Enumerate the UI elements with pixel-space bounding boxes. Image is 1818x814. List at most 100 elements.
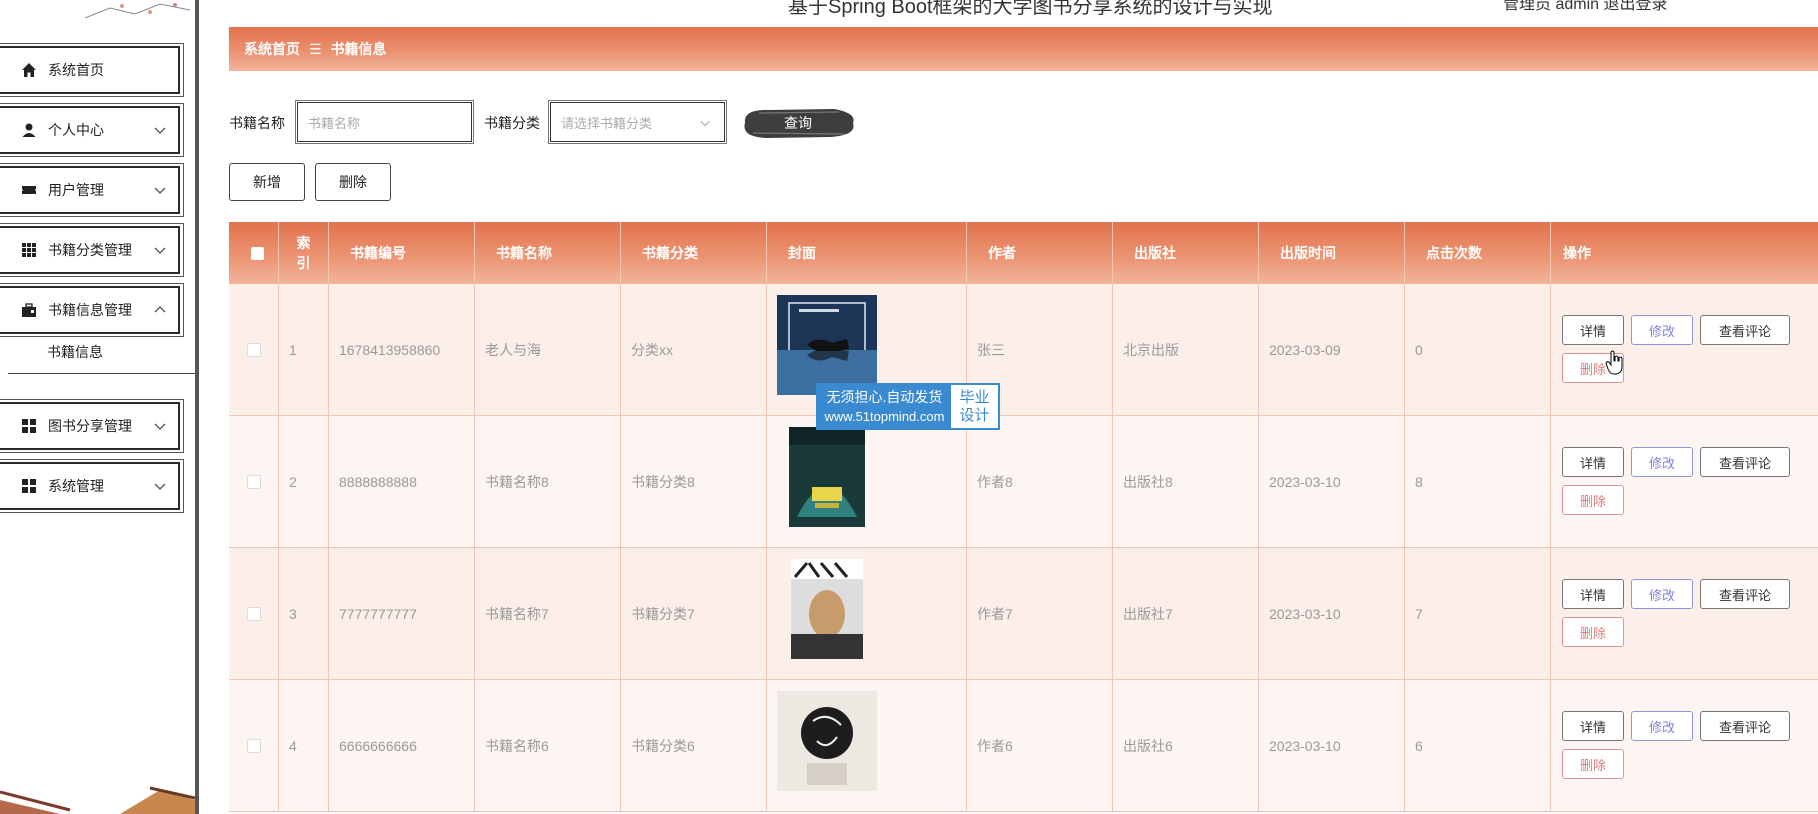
cell-category: 书籍分类6 (621, 680, 767, 811)
detail-button-label: 详情 (1579, 719, 1606, 735)
book-cover-image (791, 559, 863, 659)
sidebar-subitem-label: 书籍信息 (47, 343, 103, 360)
row-checkbox[interactable] (246, 738, 261, 753)
cell-actions: 详情 修改 查看评论 删除 (1551, 284, 1818, 415)
ticket-icon (20, 181, 38, 199)
column-header-label: 封面 (788, 245, 816, 261)
sidebar-item-label: 用户管理 (48, 182, 104, 198)
detail-button[interactable]: 详情 (1562, 447, 1624, 477)
sidebar-item-category-management[interactable]: 书籍分类管理 (0, 223, 184, 277)
sidebar-item-book-management[interactable]: 书籍信息管理 (0, 283, 184, 337)
view-comments-button[interactable]: 查看评论 (1700, 447, 1790, 477)
column-header-actions: 操作 (1551, 222, 1818, 284)
home-icon (20, 61, 38, 79)
cell-author: 作者6 (967, 680, 1113, 811)
sidebar-item-share-management[interactable]: 图书分享管理 (0, 399, 184, 453)
column-header-category: 书籍分类 (621, 222, 767, 284)
chevron-down-icon (154, 247, 166, 254)
user-info[interactable]: 管理员 admin 退出登录 (1503, 0, 1667, 14)
detail-button[interactable]: 详情 (1562, 315, 1624, 345)
book-name-label: 书籍名称 (229, 115, 285, 131)
breadcrumb: 系统首页 ☰ 书籍信息 (229, 27, 1818, 71)
delete-button-label: 删除 (1579, 757, 1606, 773)
book-category-select[interactable]: 请选择书籍分类 (548, 100, 727, 144)
index-header-line1: 索 (296, 235, 311, 251)
row-checkbox[interactable] (246, 342, 261, 357)
select-all-checkbox[interactable] (251, 246, 264, 260)
sidebar-item-system-management[interactable]: 系统管理 (0, 459, 184, 513)
column-header-clicks: 点击次数 (1405, 222, 1551, 284)
cell-name: 老人与海 (475, 284, 621, 415)
row-select-cell (229, 416, 279, 547)
batch-delete-button[interactable]: 删除 (315, 163, 391, 201)
cell-actions: 详情 修改 查看评论 删除 (1551, 548, 1818, 679)
delete-button[interactable]: 删除 (1562, 749, 1624, 779)
watermark-tag-line1: 毕业 (959, 388, 990, 406)
chevron-down-icon (154, 127, 166, 134)
row-select-cell (229, 680, 279, 811)
delete-button-label: 删除 (1579, 361, 1606, 377)
watermark-tag: 毕业 设计 (951, 385, 998, 428)
chevron-down-icon (154, 187, 166, 194)
book-name-input[interactable]: 书籍名称 (295, 100, 474, 144)
table-row: 4 6666666666 书籍名称6 书籍分类6 作者6 出版社6 2023-0… (229, 680, 1818, 812)
watermark-badge: 无须担心.自动发货 www.51topmind.com 毕业 设计 (816, 383, 1000, 430)
query-button-label: 查询 (784, 115, 812, 131)
detail-button[interactable]: 详情 (1562, 711, 1624, 741)
cell-index: 2 (279, 416, 329, 547)
user-icon (20, 121, 38, 139)
sidebar-item-personal-center[interactable]: 个人中心 (0, 103, 184, 157)
view-comments-button-label: 查看评论 (1718, 719, 1771, 735)
book-cover-image (789, 427, 865, 527)
cell-publisher: 北京出版 (1113, 284, 1259, 415)
hand-cursor-icon (1605, 350, 1623, 375)
column-header-index: 索 引 (279, 222, 329, 284)
column-header-publisher: 出版社 (1113, 222, 1259, 284)
column-header-label: 点击次数 (1426, 245, 1482, 261)
grid-icon (20, 417, 38, 435)
view-comments-button[interactable]: 查看评论 (1700, 315, 1790, 345)
row-checkbox[interactable] (246, 606, 261, 621)
chevron-up-icon (154, 306, 166, 313)
column-header-label: 书籍编号 (350, 245, 406, 261)
grid-icon (20, 477, 38, 495)
detail-button[interactable]: 详情 (1562, 579, 1624, 609)
index-header-line2: 引 (296, 255, 311, 271)
cell-index: 4 (279, 680, 329, 811)
breadcrumb-home[interactable]: 系统首页 (244, 39, 300, 59)
sidebar-item-label: 书籍分类管理 (48, 242, 132, 258)
delete-button[interactable]: 删除 (1562, 617, 1624, 647)
edit-button[interactable]: 修改 (1631, 447, 1693, 477)
column-header-author: 作者 (967, 222, 1113, 284)
table-row: 3 7777777777 书籍名称7 书籍分类7 作者7 出版社7 2023-0… (229, 548, 1818, 680)
cell-code: 6666666666 (329, 680, 475, 811)
cell-publisher: 出版社7 (1113, 548, 1259, 679)
cell-name: 书籍名称8 (475, 416, 621, 547)
view-comments-button[interactable]: 查看评论 (1700, 579, 1790, 609)
add-button-label: 新增 (253, 174, 281, 190)
sidebar-item-user-management[interactable]: 用户管理 (0, 163, 184, 217)
column-header-label: 操作 (1563, 245, 1591, 261)
delete-button[interactable]: 删除 (1562, 485, 1624, 515)
query-button[interactable]: 查询 (739, 103, 857, 143)
cell-category: 分类xx (621, 284, 767, 415)
view-comments-button-label: 查看评论 (1718, 455, 1771, 471)
edit-button[interactable]: 修改 (1631, 711, 1693, 741)
edit-button[interactable]: 修改 (1631, 315, 1693, 345)
edit-button-label: 修改 (1648, 455, 1675, 471)
row-checkbox[interactable] (246, 474, 261, 489)
cell-date: 2023-03-10 (1259, 548, 1405, 679)
cell-author: 作者7 (967, 548, 1113, 679)
cell-clicks: 6 (1405, 680, 1551, 811)
view-comments-button[interactable]: 查看评论 (1700, 711, 1790, 741)
sidebar-subitem-book-info[interactable]: 书籍信息 (8, 330, 195, 374)
sidebar-item-home[interactable]: 系统首页 (0, 43, 184, 97)
delete-button-label: 删除 (1579, 625, 1606, 641)
add-button[interactable]: 新增 (229, 163, 305, 201)
batch-delete-button-label: 删除 (339, 174, 367, 190)
view-comments-button-label: 查看评论 (1718, 323, 1771, 339)
palace-roof-decoration (0, 786, 195, 814)
chevron-down-icon (154, 483, 166, 490)
edit-button[interactable]: 修改 (1631, 579, 1693, 609)
detail-button-label: 详情 (1579, 323, 1606, 339)
